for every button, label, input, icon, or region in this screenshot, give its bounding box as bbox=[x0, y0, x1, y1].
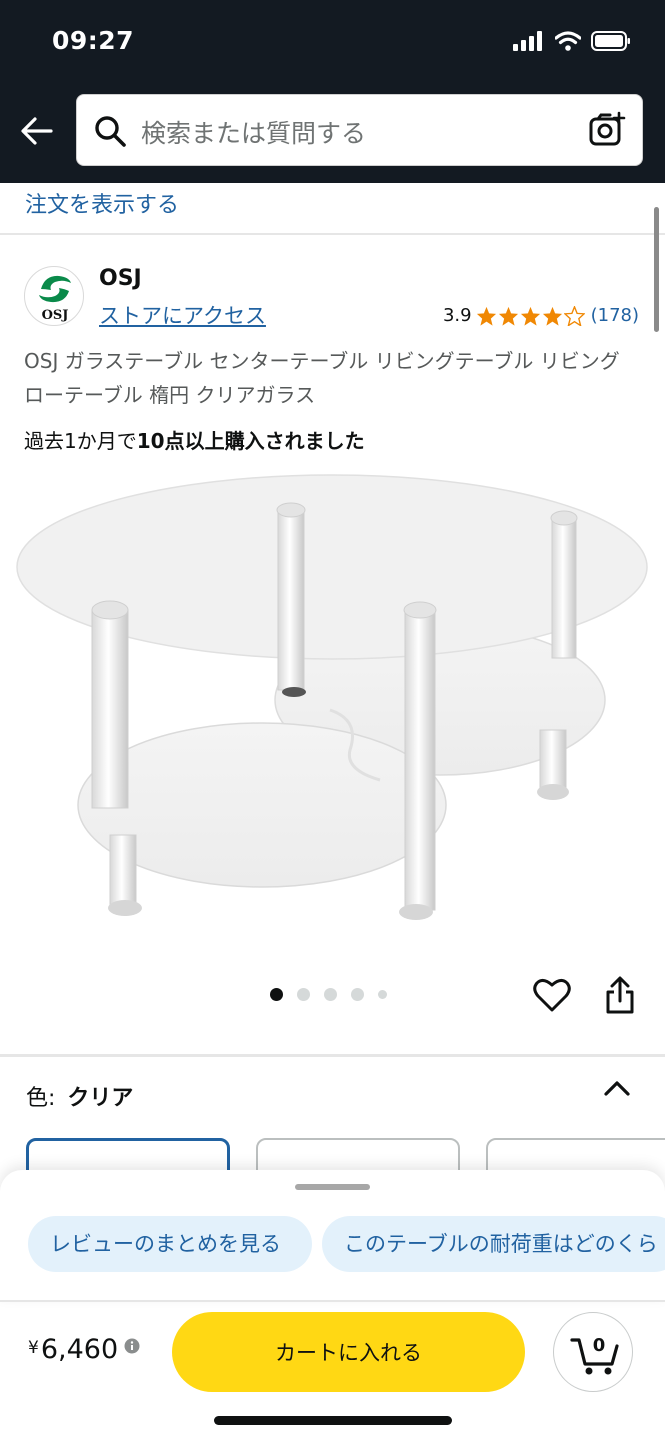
chevron-up-icon[interactable] bbox=[603, 1078, 631, 1098]
color-selector: 色: クリア bbox=[26, 1080, 133, 1112]
wifi-icon bbox=[555, 31, 581, 51]
svg-text:OSJ: OSJ bbox=[42, 308, 69, 323]
carousel-dot[interactable] bbox=[297, 988, 310, 1001]
star-rating bbox=[476, 305, 585, 326]
brand-name: OSJ bbox=[99, 266, 142, 291]
carousel-dots[interactable] bbox=[270, 988, 387, 1001]
header: 09:27 検索または質問する bbox=[0, 0, 665, 183]
scrollbar[interactable] bbox=[654, 207, 659, 332]
view-orders-link[interactable]: 注文を表示する bbox=[25, 187, 179, 219]
product-image[interactable] bbox=[0, 470, 665, 950]
star-icon bbox=[476, 306, 496, 326]
search-bar[interactable]: 検索または質問する bbox=[76, 94, 643, 166]
battery-icon bbox=[591, 31, 630, 51]
carousel-dot[interactable] bbox=[378, 990, 387, 999]
home-indicator[interactable] bbox=[214, 1416, 452, 1425]
divider bbox=[0, 1054, 665, 1057]
heart-icon[interactable] bbox=[533, 977, 571, 1013]
search-icon bbox=[95, 116, 126, 147]
camera-search-icon[interactable] bbox=[588, 111, 626, 149]
price: ¥ 6,460 bbox=[28, 1334, 140, 1365]
status-time: 09:27 bbox=[52, 26, 135, 55]
currency-symbol: ¥ bbox=[28, 1338, 39, 1358]
search-input[interactable]: 検索または質問する bbox=[141, 114, 366, 150]
carousel-dot[interactable] bbox=[270, 988, 283, 1001]
sheet-handle[interactable] bbox=[295, 1184, 370, 1190]
color-label: 色: bbox=[26, 1086, 56, 1111]
color-value: クリア bbox=[67, 1086, 134, 1111]
carousel-dot[interactable] bbox=[351, 988, 364, 1001]
price-amount: 6,460 bbox=[40, 1334, 119, 1365]
rating-summary[interactable]: 3.9 (178) bbox=[443, 305, 639, 326]
visit-store-link[interactable]: ストアにアクセス bbox=[99, 300, 266, 330]
divider bbox=[0, 1300, 665, 1302]
purchase-count-bold: 10点以上購入されました bbox=[136, 429, 365, 453]
add-to-cart-button[interactable]: カートに入れる bbox=[172, 1312, 525, 1392]
rating-count: (178) bbox=[590, 305, 639, 326]
brand-logo[interactable]: OSJ bbox=[24, 266, 84, 326]
divider bbox=[0, 233, 665, 235]
star-icon bbox=[542, 306, 562, 326]
signal-icon bbox=[513, 31, 542, 51]
carousel-dot[interactable] bbox=[324, 988, 337, 1001]
star-icon bbox=[498, 306, 518, 326]
purchase-count-prefix: 過去1か月で bbox=[24, 429, 137, 453]
star-icon bbox=[520, 306, 540, 326]
cart-button[interactable]: 0 bbox=[553, 1312, 633, 1392]
review-summary-chip[interactable]: レビューのまとめを見る bbox=[28, 1216, 312, 1272]
purchase-count: 過去1か月で10点以上購入されました bbox=[24, 425, 365, 454]
product-title: OSJ ガラステーブル センターテーブル リビングテーブル リビング ローテーブ… bbox=[24, 349, 620, 407]
question-chip[interactable]: このテーブルの耐荷重はどのくら bbox=[322, 1216, 665, 1272]
info-icon[interactable] bbox=[124, 1338, 140, 1354]
svg-text:0: 0 bbox=[593, 1335, 606, 1356]
rating-value: 3.9 bbox=[442, 305, 472, 326]
cart-icon: 0 bbox=[570, 1335, 619, 1375]
status-icons bbox=[513, 31, 631, 51]
star-outline-icon bbox=[563, 305, 585, 326]
back-arrow-icon[interactable] bbox=[20, 114, 54, 152]
share-icon[interactable] bbox=[605, 976, 635, 1014]
